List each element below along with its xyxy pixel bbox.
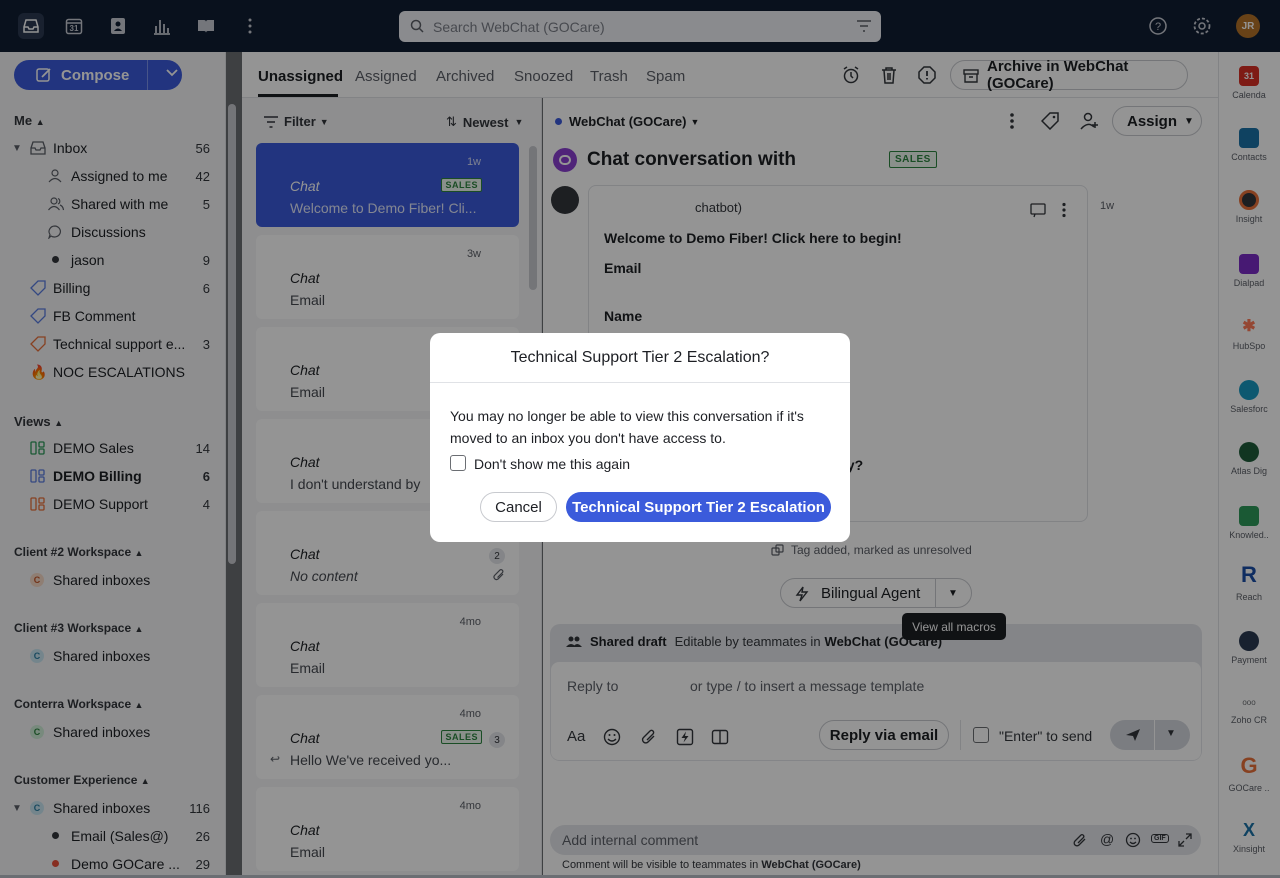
dialog-title: Technical Support Tier 2 Escalation? <box>510 349 770 366</box>
dialog-divider <box>430 382 850 383</box>
app: 31 Search WebChat (GOCare) ? JR Compose … <box>0 0 1280 875</box>
dont-show-again-label[interactable]: Don't show me this again <box>474 456 630 472</box>
dont-show-again-checkbox[interactable] <box>450 455 466 471</box>
confirm-escalation-button[interactable]: Technical Support Tier 2 Escalation <box>566 492 831 522</box>
cancel-button[interactable]: Cancel <box>480 492 557 522</box>
dialog-message: You may no longer be able to view this c… <box>450 408 804 446</box>
